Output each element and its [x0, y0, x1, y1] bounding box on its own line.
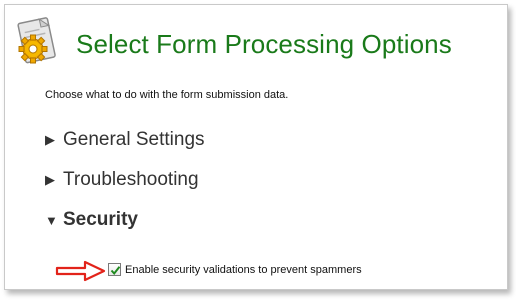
expand-arrow-icon: ▶ [45, 172, 55, 187]
expand-arrow-icon: ▶ [45, 132, 55, 147]
section-troubleshooting[interactable]: ▶ Troubleshooting [45, 169, 199, 191]
intro-text: Choose what to do with the form submissi… [45, 89, 289, 101]
section-label: Security [63, 209, 138, 230]
security-option: Enable security validations to prevent s… [108, 263, 362, 276]
section-label: Troubleshooting [63, 169, 199, 190]
section-security[interactable]: ▼ Security [45, 209, 138, 231]
collapse-arrow-icon: ▼ [45, 212, 58, 228]
section-label: General Settings [63, 129, 205, 150]
security-validation-label[interactable]: Enable security validations to prevent s… [125, 264, 362, 276]
checkmark-icon [110, 266, 121, 276]
gear-document-icon [17, 17, 56, 64]
section-general-settings[interactable]: ▶ General Settings [45, 129, 205, 151]
page-title: Select Form Processing Options [76, 29, 452, 59]
pointer-arrow-icon [55, 260, 106, 282]
dialog-frame: Select Form Processing Options Choose wh… [4, 4, 508, 290]
security-validation-checkbox[interactable] [108, 263, 121, 276]
